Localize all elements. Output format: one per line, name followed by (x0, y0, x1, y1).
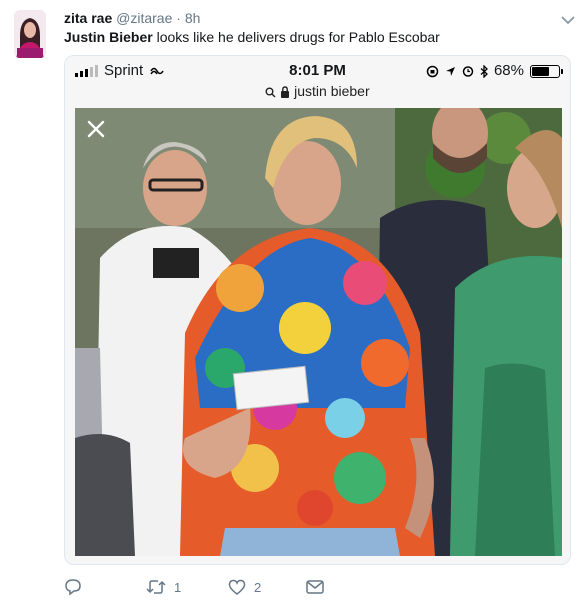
retweet-count: 1 (174, 579, 182, 595)
rotation-lock-icon (426, 65, 439, 77)
retweet-icon (146, 580, 166, 594)
reply-button[interactable] (64, 576, 82, 598)
like-icon (228, 579, 246, 595)
avatar[interactable] (14, 10, 46, 58)
lock-icon (281, 86, 290, 98)
tweet-actions: 1 2 (64, 576, 484, 598)
location-icon (445, 66, 455, 76)
tweet-header: zita rae @zitarae · 8h (64, 9, 567, 27)
tweet-timestamp[interactable]: 8h (185, 10, 201, 26)
tweet-media[interactable]: Sprint 8:01 PM 68% justin bieber (64, 55, 571, 565)
message-icon (306, 580, 324, 594)
photo[interactable] (75, 108, 562, 556)
reply-icon (65, 579, 81, 596)
chevron-down-icon[interactable] (561, 12, 575, 25)
tweet-text-rest: looks like he delivers drugs for Pablo E… (152, 29, 440, 45)
bluetooth-icon (480, 64, 488, 78)
display-name[interactable]: zita rae (64, 10, 112, 26)
url-bar[interactable]: justin bieber (65, 80, 570, 102)
message-button[interactable] (306, 576, 324, 598)
like-button[interactable]: 2 (228, 576, 261, 598)
alarm-icon (462, 66, 474, 77)
tweet-text: Justin Bieber looks like he delivers dru… (64, 28, 440, 47)
like-count: 2 (254, 579, 262, 595)
retweet-button[interactable]: 1 (146, 576, 181, 598)
url-text: justin bieber (294, 83, 370, 99)
search-icon (265, 87, 276, 98)
tweet-text-bold: Justin Bieber (64, 29, 153, 45)
battery-icon (530, 64, 563, 78)
user-handle[interactable]: @zitarae (116, 10, 172, 26)
close-icon[interactable] (83, 116, 109, 142)
separator-dot: · (176, 10, 181, 26)
